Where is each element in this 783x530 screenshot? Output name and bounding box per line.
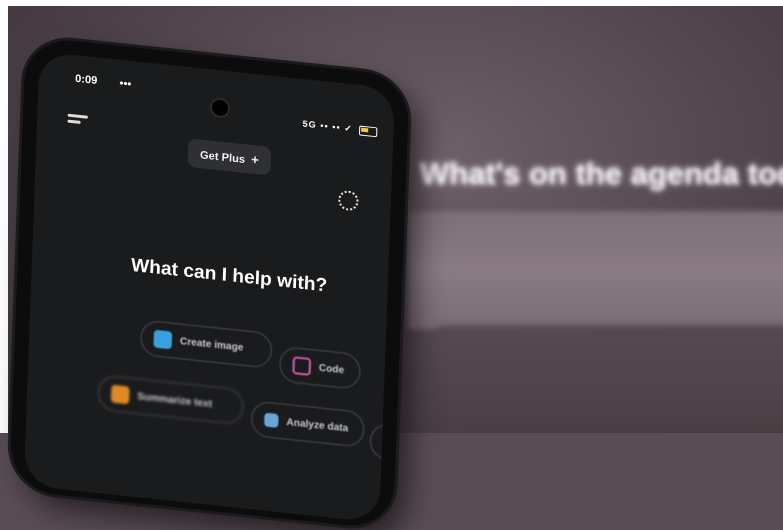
status-icons: 5G ▪▪ ▪▪ ✓ xyxy=(302,118,378,138)
phone-screen: 0:09 ••• 5G ▪▪ ▪▪ ✓ Get Plus + What can I… xyxy=(23,51,396,523)
background-screen-lower xyxy=(438,326,783,433)
front-camera xyxy=(211,99,229,117)
more-label: More xyxy=(383,436,396,450)
status-time: 0:09 xyxy=(74,72,98,88)
battery-icon xyxy=(359,125,378,137)
analyze-data-label: Analyze data xyxy=(286,416,349,434)
create-image-button[interactable]: Create image xyxy=(139,319,273,369)
plus-icon: + xyxy=(250,151,260,168)
summarize-text-button[interactable]: Summarize text xyxy=(97,374,245,426)
summarize-text-label: Summarize text xyxy=(137,390,213,410)
analyze-data-button[interactable]: Analyze data xyxy=(250,400,365,448)
page-heading: What can I help with? xyxy=(130,255,328,297)
create-image-label: Create image xyxy=(179,335,244,354)
code-icon xyxy=(292,356,312,376)
background-screen-band xyxy=(408,211,783,329)
phone: 0:09 ••• 5G ▪▪ ▪▪ ✓ Get Plus + What can I… xyxy=(9,36,410,530)
chart-icon xyxy=(264,412,279,428)
new-chat-icon[interactable] xyxy=(337,189,359,212)
document-icon xyxy=(110,384,130,405)
get-plus-label: Get Plus xyxy=(199,149,246,166)
get-plus-button[interactable]: Get Plus + xyxy=(187,138,272,176)
code-label: Code xyxy=(318,362,345,376)
status-indicators: ••• xyxy=(119,77,132,91)
phone-body: 0:09 ••• 5G ▪▪ ▪▪ ✓ Get Plus + What can I… xyxy=(9,36,410,530)
projected-prompt-text: What's on the agenda today? xyxy=(420,156,783,191)
signal-wifi-icons: 5G ▪▪ ▪▪ ✓ xyxy=(302,118,354,134)
image-icon xyxy=(153,329,173,350)
menu-icon[interactable] xyxy=(67,113,88,128)
code-button[interactable]: Code xyxy=(278,345,361,390)
more-button[interactable]: More xyxy=(369,422,396,464)
